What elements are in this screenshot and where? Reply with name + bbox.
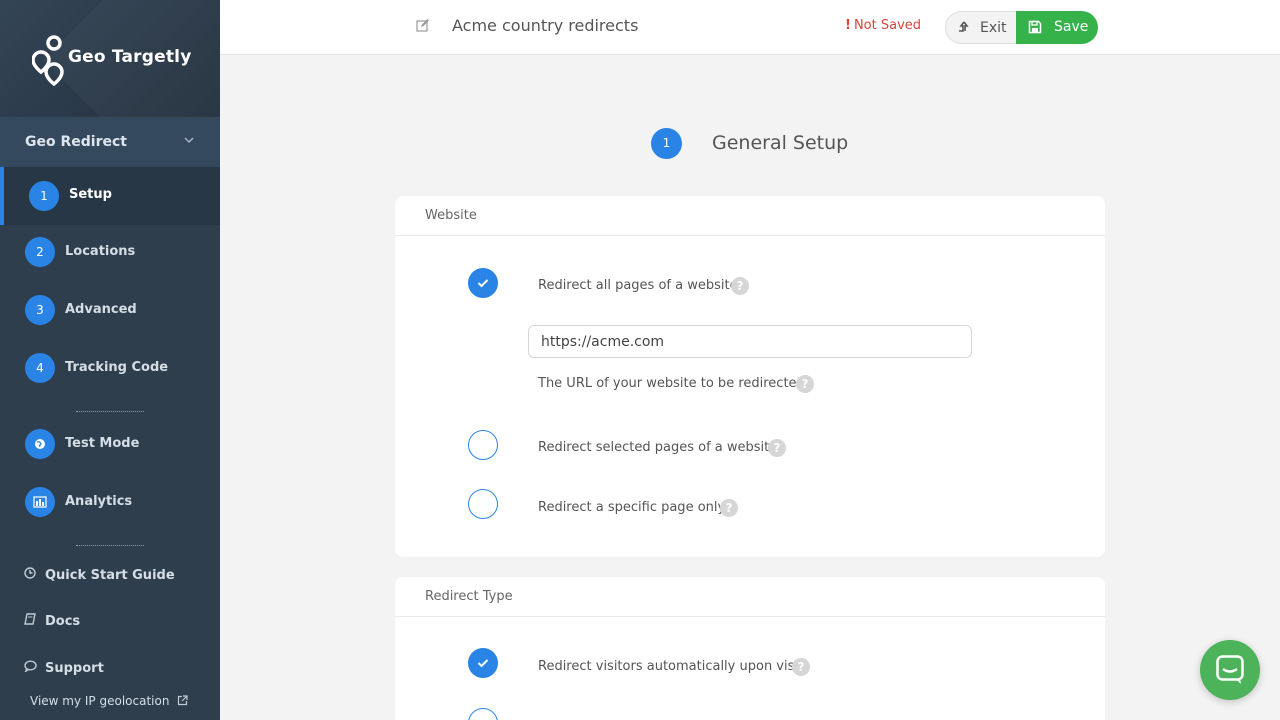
sidebar-item-tracking-code[interactable]: 4 Tracking Code	[0, 341, 220, 399]
brand-header[interactable]: Geo Targetly	[0, 0, 220, 117]
help-icon[interactable]: ?	[720, 499, 738, 517]
sidebar-item-test-mode[interactable]: Test Mode	[0, 417, 220, 475]
external-link-icon	[178, 695, 188, 706]
radio-redirect-option-2[interactable]	[468, 708, 498, 720]
geo-targetly-logo-icon	[32, 35, 64, 86]
sidebar-item-label: Setup	[69, 187, 112, 202]
website-url-hint: The URL of your website to be redirected	[538, 376, 805, 391]
floppy-disk-icon	[1028, 20, 1042, 34]
option-label[interactable]: Redirect all pages of a website	[538, 278, 738, 293]
sidebar-section-label: Geo Redirect	[25, 134, 127, 150]
ip-geolocation-link[interactable]: View my IP geolocation	[30, 694, 188, 708]
globe-icon	[25, 429, 55, 459]
ip-geolocation-label: View my IP geolocation	[30, 694, 170, 708]
sidebar-item-label: Analytics	[65, 494, 133, 509]
sidebar: Geo Targetly Geo Redirect 1 Setup 2 Loca…	[0, 0, 220, 720]
sidebar-item-label: Tracking Code	[65, 360, 169, 375]
step-number-badge: 1	[651, 128, 682, 159]
sidebar-link-support[interactable]: Support	[24, 660, 104, 676]
sidebar-link-label: Docs	[45, 614, 81, 629]
step-number-badge: 3	[25, 295, 55, 325]
help-icon[interactable]: ?	[796, 375, 814, 393]
sidebar-item-analytics[interactable]: Analytics	[0, 475, 220, 533]
radio-redirect-automatically[interactable]	[468, 648, 498, 678]
sidebar-divider	[76, 411, 144, 412]
book-icon	[24, 613, 38, 628]
checkmark-icon	[477, 279, 489, 288]
sidebar-item-label: Advanced	[65, 302, 137, 317]
radio-redirect-all-pages[interactable]	[468, 268, 498, 298]
chat-widget-button[interactable]	[1200, 640, 1260, 700]
card-header: Website	[395, 196, 1105, 236]
card-header: Redirect Type	[395, 577, 1105, 617]
sidebar-link-label: Quick Start Guide	[45, 568, 175, 583]
radio-redirect-selected-pages[interactable]	[468, 430, 498, 460]
redirect-type-card: Redirect Type Redirect visitors automati…	[395, 577, 1105, 720]
step-number-badge: 2	[25, 237, 55, 267]
brand-name: Geo Targetly	[68, 47, 192, 67]
option-label[interactable]: Redirect a specific page only	[538, 500, 725, 515]
warning-icon: !	[845, 18, 851, 33]
redirect-name-title[interactable]: Acme country redirects	[452, 16, 638, 35]
website-card: Website Redirect all pages of a website …	[395, 196, 1105, 557]
checkmark-icon	[477, 659, 489, 668]
sidebar-link-label: Support	[45, 661, 104, 676]
sidebar-item-label: Locations	[65, 244, 136, 259]
bar-chart-icon	[25, 487, 55, 517]
sidebar-item-label: Test Mode	[65, 436, 140, 451]
clock-icon	[24, 567, 38, 582]
sidebar-divider	[76, 545, 144, 546]
step-number-badge: 1	[29, 181, 59, 211]
help-icon[interactable]: ?	[768, 439, 786, 457]
exit-button[interactable]: Exit	[945, 11, 1017, 44]
chat-bubble-icon	[24, 660, 38, 675]
sidebar-link-docs[interactable]: Docs	[24, 613, 80, 629]
card-title: Website	[425, 208, 477, 223]
save-status: ! Not Saved	[845, 18, 921, 33]
top-bar: Acme country redirects ! Not Saved Exit S…	[220, 0, 1280, 55]
sidebar-item-setup[interactable]: 1 Setup	[0, 167, 220, 225]
chevron-down-icon	[184, 137, 194, 144]
sidebar-link-quick-start-guide[interactable]: Quick Start Guide	[24, 567, 175, 583]
website-url-input[interactable]	[528, 325, 972, 358]
card-title: Redirect Type	[425, 589, 513, 604]
option-label[interactable]: Redirect visitors automatically upon vis…	[538, 659, 803, 674]
sidebar-item-locations[interactable]: 2 Locations	[0, 225, 220, 283]
option-label[interactable]: Redirect selected pages of a website	[538, 440, 777, 455]
radio-redirect-specific-page[interactable]	[468, 489, 498, 519]
step-number-badge: 4	[25, 353, 55, 383]
save-button-label: Save	[1054, 19, 1089, 35]
edit-icon[interactable]	[416, 18, 430, 32]
exit-arrow-icon	[959, 21, 969, 32]
sidebar-section-geo-redirect[interactable]: Geo Redirect	[0, 117, 220, 167]
save-button[interactable]: Save	[1016, 11, 1098, 44]
help-icon[interactable]: ?	[792, 658, 810, 676]
save-status-text: Not Saved	[853, 18, 922, 33]
sidebar-item-advanced[interactable]: 3 Advanced	[0, 283, 220, 341]
chat-icon	[1216, 655, 1244, 684]
help-icon[interactable]: ?	[731, 277, 749, 295]
exit-button-label: Exit	[980, 20, 1007, 36]
step-title: General Setup	[712, 132, 849, 154]
